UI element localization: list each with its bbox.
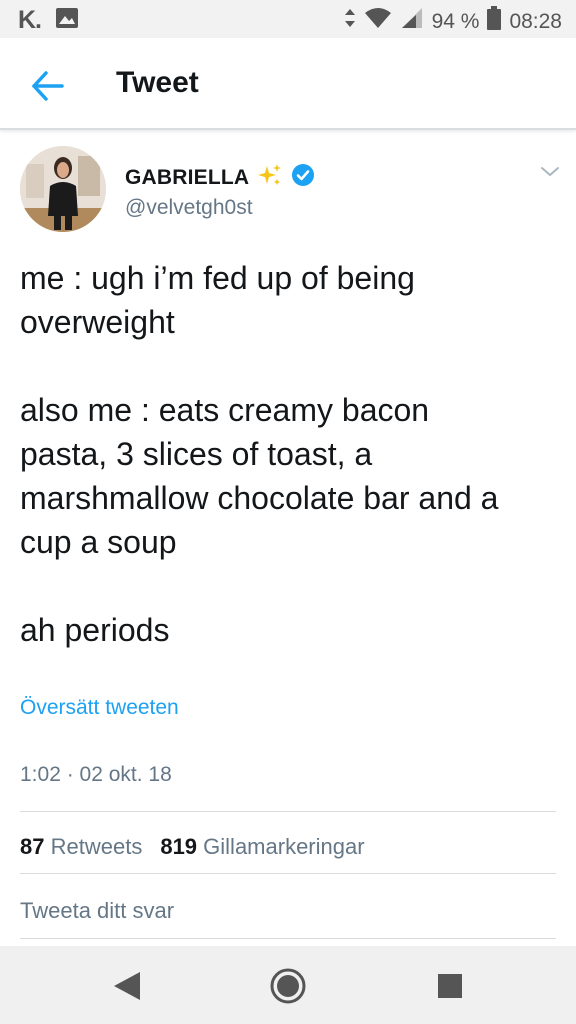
verified-badge-icon [291, 163, 315, 192]
nav-recents-button[interactable] [430, 966, 470, 1006]
back-button[interactable] [28, 68, 68, 104]
tweet-options-button[interactable] [538, 162, 562, 182]
battery-percentage: 94 % [431, 9, 480, 33]
circle-home-icon [270, 968, 306, 1004]
top-app-bar: Tweet [0, 38, 576, 130]
username-handle[interactable]: @velvetgh0st [125, 196, 253, 220]
nav-back-button[interactable] [106, 966, 146, 1006]
sparkles-icon [257, 162, 283, 193]
author-name-row[interactable]: GABRIELLA [125, 162, 315, 193]
clock: 08:28 [509, 9, 562, 33]
tweet-text: me : ugh i’m fed up of being overweight … [20, 256, 560, 652]
status-bar: K. 94 % 08:28 [0, 0, 576, 38]
avatar[interactable] [20, 146, 106, 232]
tweet-text-line: marshmallow chocolate bar and a [20, 480, 499, 516]
page-title: Tweet [116, 66, 199, 99]
tweet-text-line: overweight [20, 304, 175, 340]
app-notification-icon: K. [18, 6, 42, 34]
triangle-back-icon [114, 972, 140, 1000]
tweet-text-line: ah periods [20, 612, 170, 648]
likes-stat[interactable]: 819 Gillamarkeringar [160, 834, 364, 860]
nav-home-button[interactable] [268, 966, 308, 1006]
system-navigation-bar [0, 946, 576, 1024]
square-recents-icon [438, 974, 462, 998]
signal-icon [400, 7, 424, 36]
retweets-count: 87 [20, 834, 45, 859]
display-name: GABRIELLA [125, 165, 250, 189]
arrow-left-icon [32, 71, 64, 101]
likes-count: 819 [160, 834, 198, 859]
retweets-stat[interactable]: 87 Retweets [20, 834, 142, 860]
tweet-text-line: cup a soup [20, 524, 177, 560]
retweets-label: Retweets [50, 834, 143, 859]
data-transfer-icon [344, 7, 356, 36]
wifi-icon [364, 7, 392, 36]
tweet-text-line: pasta, 3 slices of toast, a [20, 436, 373, 472]
divider [20, 938, 556, 939]
divider [20, 811, 556, 812]
tweet-text-line: me : ugh i’m fed up of being [20, 260, 415, 296]
battery-icon [487, 6, 502, 37]
likes-label: Gillamarkeringar [203, 834, 365, 859]
divider [20, 873, 556, 874]
tweet-timestamp: 1:02 · 02 okt. 18 [20, 763, 172, 786]
tweet-text-line: also me : eats creamy bacon [20, 392, 430, 428]
translate-tweet-link[interactable]: Översätt tweeten [20, 696, 179, 720]
image-notification-icon [55, 7, 79, 34]
tweet-stats: 87 Retweets 819 Gillamarkeringar [20, 834, 365, 860]
chevron-down-icon [541, 167, 559, 176]
reply-input[interactable]: Tweeta ditt svar [20, 898, 174, 924]
